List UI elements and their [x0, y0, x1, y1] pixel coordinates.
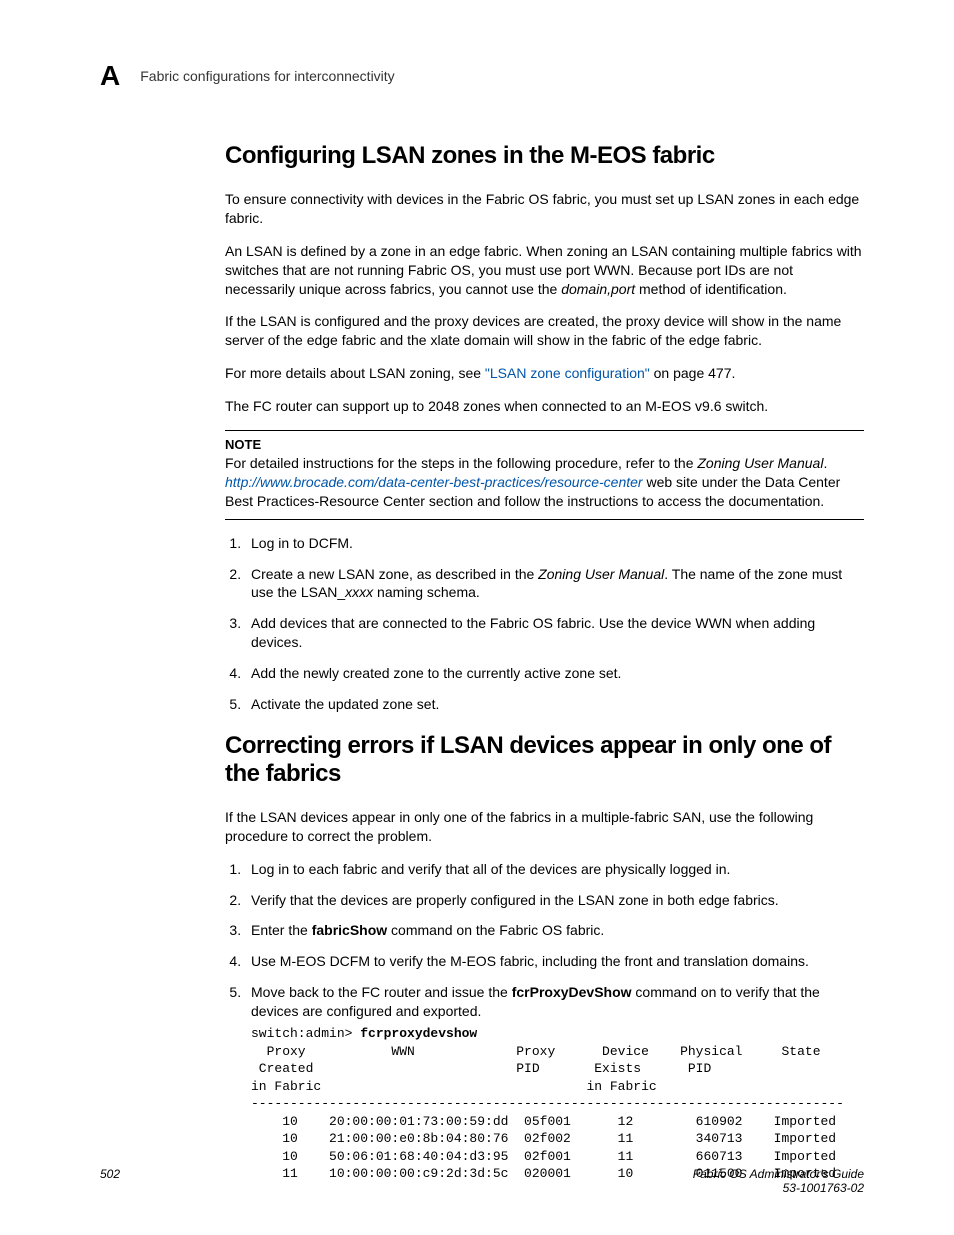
paragraph: If the LSAN is configured and the proxy … [225, 312, 864, 350]
procedure-list: Log in to each fabric and verify that al… [225, 860, 864, 1183]
breadcrumb: Fabric configurations for interconnectiv… [140, 68, 394, 84]
procedure-list: Log in to DCFM. Create a new LSAN zone, … [225, 534, 864, 714]
list-item: Log in to each fabric and verify that al… [245, 860, 864, 879]
section-title-configuring: Configuring LSAN zones in the M-EOS fabr… [225, 142, 864, 170]
list-item: Verify that the devices are properly con… [245, 891, 864, 910]
page-footer: 502 Fabric OS Administrator's Guide 53-1… [100, 1167, 864, 1195]
list-item: Use M-EOS DCFM to verify the M-EOS fabri… [245, 952, 864, 971]
paragraph: If the LSAN devices appear in only one o… [225, 808, 864, 846]
list-item: Enter the fabricShow command on the Fabr… [245, 921, 864, 940]
list-item: Move back to the FC router and issue the… [245, 983, 864, 1183]
note-block: NOTE For detailed instructions for the s… [225, 430, 864, 520]
link-brocade-url[interactable]: http://www.brocade.com/data-center-best-… [225, 474, 643, 490]
doc-number: 53-1001763-02 [693, 1181, 864, 1195]
section-title-correcting: Correcting errors if LSAN devices appear… [225, 732, 864, 788]
link-lsan-zone-config[interactable]: "LSAN zone configuration" [485, 365, 650, 381]
note-title: NOTE [225, 437, 864, 452]
paragraph: The FC router can support up to 2048 zon… [225, 397, 864, 416]
page-header: A Fabric configurations for interconnect… [100, 60, 864, 92]
appendix-letter: A [100, 60, 120, 92]
list-item: Activate the updated zone set. [245, 695, 864, 714]
paragraph: An LSAN is defined by a zone in an edge … [225, 242, 864, 299]
paragraph: For more details about LSAN zoning, see … [225, 364, 864, 383]
list-item: Add devices that are connected to the Fa… [245, 614, 864, 652]
doc-title: Fabric OS Administrator's Guide [693, 1167, 864, 1181]
note-body: For detailed instructions for the steps … [225, 454, 864, 511]
code-output: switch:admin> fcrproxydevshow Proxy WWN … [251, 1025, 864, 1183]
list-item: Add the newly created zone to the curren… [245, 664, 864, 683]
paragraph: To ensure connectivity with devices in t… [225, 190, 864, 228]
page-number: 502 [100, 1167, 120, 1195]
list-item: Log in to DCFM. [245, 534, 864, 553]
list-item: Create a new LSAN zone, as described in … [245, 565, 864, 603]
